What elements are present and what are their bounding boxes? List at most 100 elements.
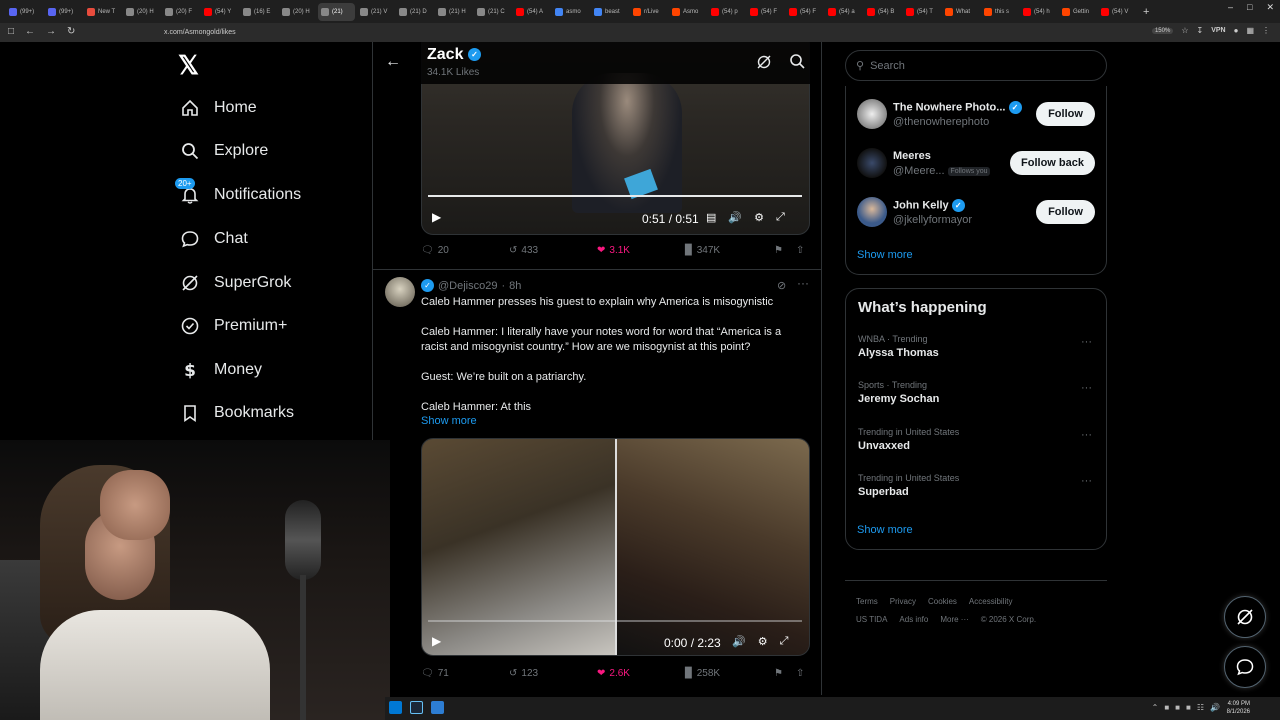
sidebar-item-home[interactable]: Home bbox=[180, 93, 257, 123]
avatar[interactable] bbox=[857, 197, 887, 227]
minimize-icon[interactable]: – bbox=[1228, 2, 1233, 13]
search-icon[interactable] bbox=[789, 53, 805, 69]
footer-link-cookies[interactable]: Cookies bbox=[928, 597, 957, 606]
follow-suggestion[interactable]: The Nowhere Photo... ✓ @thenowherephoto … bbox=[857, 99, 1107, 133]
share-button[interactable]: ⇧ bbox=[796, 668, 804, 679]
browser-tab[interactable]: (54) a bbox=[825, 3, 862, 21]
follow-button[interactable]: Follow bbox=[1036, 200, 1095, 224]
search-input[interactable]: ⚲ Search bbox=[845, 50, 1107, 81]
views-button[interactable]: ▉ 258K bbox=[685, 668, 720, 679]
repost-button[interactable]: ↺ 433 bbox=[509, 245, 538, 256]
browser-tab[interactable]: asmo bbox=[552, 3, 589, 21]
sidebar-item-chat[interactable]: Chat bbox=[180, 224, 248, 254]
browser-tab[interactable]: (21) V bbox=[357, 3, 394, 21]
sidebar-item-money[interactable]: $ Money bbox=[180, 355, 262, 385]
show-more-link[interactable]: Show more bbox=[857, 249, 913, 261]
tweet-handle[interactable]: @Dejisco29 bbox=[438, 280, 497, 292]
avatar[interactable] bbox=[385, 277, 415, 307]
trend-item[interactable]: WNBA · Trending Alyssa Thomas ··· bbox=[858, 334, 1098, 366]
url-field[interactable]: x.com/Asmongold/likes bbox=[134, 25, 1094, 40]
menu-icon[interactable]: ⋮ bbox=[1262, 26, 1270, 35]
browser-tab[interactable]: (54) Y bbox=[201, 3, 238, 21]
browser-tab[interactable]: Gettin bbox=[1059, 3, 1096, 21]
profile-icon[interactable]: ● bbox=[1234, 26, 1239, 35]
sidebar-item-bookmarks[interactable]: Bookmarks bbox=[180, 398, 294, 428]
bookmark-button[interactable]: ⚑ bbox=[774, 668, 783, 679]
back-arrow-icon[interactable]: ← bbox=[385, 53, 401, 71]
trend-item[interactable]: Trending in United States Superbad ··· bbox=[858, 473, 1098, 505]
footer-link-more[interactable]: More ··· bbox=[940, 615, 968, 624]
trend-item[interactable]: Sports · Trending Jeremy Sochan ··· bbox=[858, 380, 1098, 412]
browser-tab[interactable]: What bbox=[942, 3, 979, 21]
x-logo[interactable]: 𝕏 bbox=[178, 52, 204, 78]
share-button[interactable]: ⇧ bbox=[796, 245, 804, 256]
volume-icon[interactable]: 🔊 bbox=[732, 635, 746, 648]
browser-tab[interactable]: (54) F bbox=[786, 3, 823, 21]
video-progress-bar[interactable] bbox=[428, 620, 802, 622]
fullscreen-icon[interactable]: ⤢ bbox=[780, 635, 789, 648]
tray-app-icon[interactable]: ■ bbox=[1164, 703, 1169, 712]
taskbar-app-icon[interactable] bbox=[389, 701, 402, 714]
back-icon[interactable]: ← bbox=[25, 26, 35, 37]
browser-tab[interactable]: (54) A bbox=[513, 3, 550, 21]
close-icon[interactable]: ✕ bbox=[1266, 2, 1274, 13]
browser-tab[interactable]: (16) E bbox=[240, 3, 277, 21]
video-progress-bar[interactable] bbox=[428, 195, 802, 197]
zoom-level[interactable]: 150% bbox=[1151, 27, 1174, 34]
browser-tab[interactable]: (54) F bbox=[747, 3, 784, 21]
browser-tab[interactable]: (20) H bbox=[279, 3, 316, 21]
browser-tab[interactable]: (21) H bbox=[435, 3, 472, 21]
reload-icon[interactable]: ↻ bbox=[67, 26, 75, 37]
taskbar-app-icon[interactable] bbox=[431, 701, 444, 714]
reply-button[interactable]: 🗨 20 bbox=[421, 245, 449, 256]
avatar[interactable] bbox=[857, 148, 887, 178]
show-more-link[interactable]: Show more bbox=[421, 415, 477, 427]
more-options-icon[interactable]: ··· bbox=[1081, 336, 1092, 348]
grok-icon[interactable] bbox=[756, 54, 772, 70]
browser-tab[interactable]: Asmo bbox=[669, 3, 706, 21]
browser-tab[interactable]: (21) bbox=[318, 2, 355, 21]
browser-tab[interactable]: (20) H bbox=[123, 3, 160, 21]
sidebar-item-notifications[interactable]: 20+ Notifications bbox=[175, 178, 301, 210]
browser-tab[interactable]: (21) C bbox=[474, 3, 511, 21]
footer-link-ads[interactable]: Ads info bbox=[899, 615, 928, 624]
footer-link-terms[interactable]: Terms bbox=[856, 597, 878, 606]
follow-back-button[interactable]: Follow back bbox=[1010, 151, 1095, 175]
browser-tab[interactable]: (54) B bbox=[864, 3, 901, 21]
volume-icon[interactable]: 🔊 bbox=[1210, 703, 1220, 712]
like-button[interactable]: ❤ 3.1K bbox=[597, 245, 630, 256]
bookmark-button[interactable]: ⚑ bbox=[774, 245, 783, 256]
footer-link-privacy[interactable]: Privacy bbox=[890, 597, 916, 606]
browser-tab[interactable]: (54) T bbox=[903, 3, 940, 21]
network-icon[interactable]: ☷ bbox=[1197, 703, 1204, 712]
browser-tab[interactable]: beast bbox=[591, 3, 628, 21]
taskbar-clock[interactable]: 4:09 PM 8/1/2026 bbox=[1227, 700, 1250, 716]
grok-fab[interactable] bbox=[1224, 596, 1266, 638]
chevron-up-icon[interactable]: ⌃ bbox=[1152, 703, 1159, 712]
settings-icon[interactable]: ⚙ bbox=[758, 635, 768, 648]
new-tab-icon[interactable]: + bbox=[1143, 6, 1149, 18]
captions-icon[interactable]: ▤ bbox=[706, 211, 716, 224]
browser-tab[interactable]: (54) h bbox=[1020, 3, 1057, 21]
steam-icon[interactable] bbox=[410, 701, 423, 714]
browser-tab[interactable]: (54) p bbox=[708, 3, 745, 21]
tweet-time[interactable]: 8h bbox=[509, 280, 521, 292]
tray-app-icon[interactable]: ■ bbox=[1175, 703, 1180, 712]
extensions-icon[interactable]: ▦ bbox=[1246, 26, 1254, 35]
play-icon[interactable]: ▶ bbox=[432, 210, 441, 224]
grok-icon[interactable]: ⊘ bbox=[777, 279, 786, 292]
trend-item[interactable]: Trending in United States Unvaxxed ··· bbox=[858, 427, 1098, 459]
sidebar-item-supergrok[interactable]: SuperGrok bbox=[180, 268, 291, 298]
avatar[interactable] bbox=[857, 99, 887, 129]
repost-button[interactable]: ↺ 123 bbox=[509, 668, 538, 679]
maximize-icon[interactable]: □ bbox=[1247, 2, 1252, 13]
more-options-icon[interactable]: ··· bbox=[1081, 429, 1092, 441]
follow-button[interactable]: Follow bbox=[1036, 102, 1095, 126]
more-options-icon[interactable]: ··· bbox=[1081, 475, 1092, 487]
browser-tab[interactable]: (20) F bbox=[162, 3, 199, 21]
sidebar-item-explore[interactable]: Explore bbox=[180, 136, 268, 166]
settings-icon[interactable]: ⚙ bbox=[754, 211, 764, 224]
sidebar-item-premium[interactable]: Premium+ bbox=[180, 311, 287, 341]
download-icon[interactable]: ↧ bbox=[1196, 26, 1203, 35]
browser-tab[interactable]: (21) D bbox=[396, 3, 433, 21]
